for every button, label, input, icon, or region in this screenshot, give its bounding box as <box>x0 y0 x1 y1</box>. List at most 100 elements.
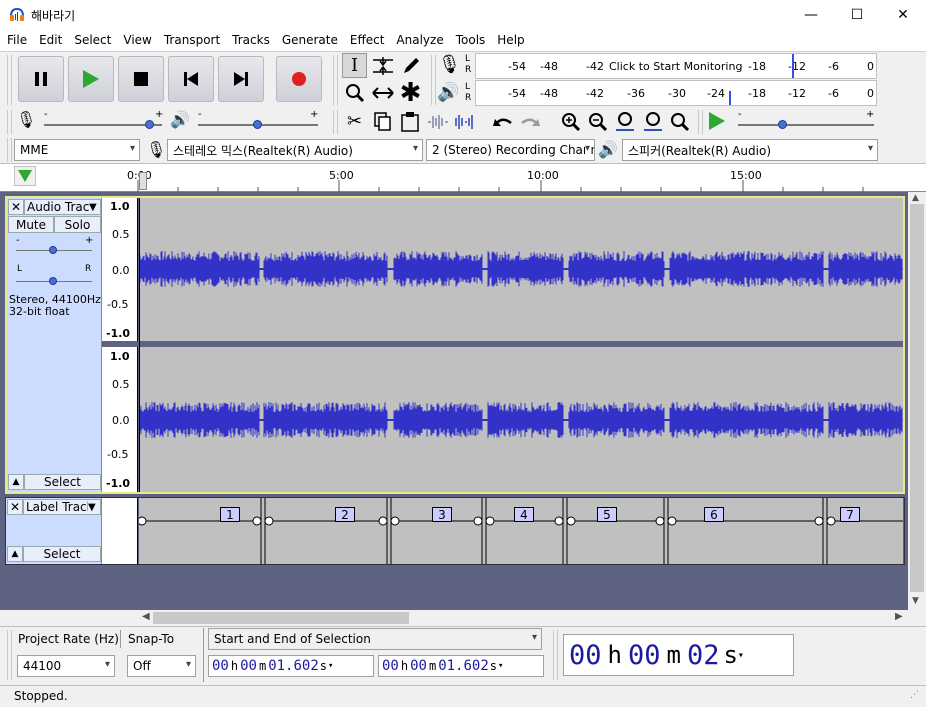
close-window-button[interactable]: ✕ <box>880 0 926 30</box>
cursor-line <box>139 198 140 492</box>
label-4[interactable]: 4 <box>514 507 534 522</box>
play-speed-slider[interactable] <box>738 124 874 126</box>
skip-to-end-button[interactable] <box>218 56 264 102</box>
time-shift-tool[interactable] <box>370 80 395 105</box>
menu-transport[interactable]: Transport <box>158 30 226 51</box>
paste-button[interactable] <box>397 109 422 134</box>
mute-button[interactable]: Mute <box>8 216 54 233</box>
playback-device-select[interactable]: 스피커(Realtek(R) Audio) ▾ <box>622 139 878 161</box>
undo-button[interactable] <box>490 109 515 134</box>
draw-tool[interactable] <box>398 53 423 78</box>
trim-audio-button[interactable] <box>425 109 450 134</box>
meter-toolbar-grip[interactable] <box>431 55 436 105</box>
collapse-label-track-button[interactable]: ▲ <box>7 546 23 562</box>
select-track-button[interactable]: Select <box>24 474 101 490</box>
label-3[interactable]: 3 <box>432 507 452 522</box>
label-2[interactable]: 2 <box>335 507 355 522</box>
menu-effect[interactable]: Effect <box>344 30 391 51</box>
selection-mode-select[interactable]: Start and End of Selection ▾ <box>208 628 542 650</box>
stop-button[interactable] <box>118 56 164 102</box>
selection-toolbar-grip[interactable] <box>7 630 12 680</box>
meter-tick: -48 <box>540 87 558 100</box>
menu-tools[interactable]: Tools <box>450 30 492 51</box>
selection-tool[interactable]: I <box>342 53 367 78</box>
audacity-logo-icon <box>10 7 24 21</box>
mixer-toolbar-grip[interactable] <box>7 110 12 134</box>
transport-toolbar-grip[interactable] <box>7 55 12 105</box>
menu-file[interactable]: File <box>1 30 33 51</box>
play-speed-thumb[interactable] <box>778 120 787 129</box>
time-toolbar-grip[interactable] <box>553 630 558 680</box>
gain-slider-thumb[interactable] <box>49 246 57 254</box>
label-1[interactable]: 1 <box>220 507 240 522</box>
scroll-right-arrow[interactable]: ▶ <box>895 611 903 622</box>
label-7[interactable]: 7 <box>840 507 860 522</box>
copy-button[interactable] <box>370 109 395 134</box>
select-label-track-button[interactable]: Select <box>23 546 101 562</box>
play-at-speed-grip[interactable] <box>698 110 703 134</box>
scroll-up-arrow[interactable]: ▲ <box>912 193 919 203</box>
audio-track-name-menu[interactable]: Audio Track▼ <box>24 199 101 215</box>
play-position-marker[interactable] <box>139 172 147 190</box>
vertical-scroll-thumb[interactable] <box>910 204 924 592</box>
collapse-track-button[interactable]: ▲ <box>8 474 24 490</box>
record-meter[interactable]: -54 -48 -42 Click to Start Monitoring -1… <box>475 53 877 79</box>
label-5[interactable]: 5 <box>597 507 617 522</box>
zoom-out-button[interactable] <box>585 109 610 134</box>
envelope-tool[interactable] <box>370 53 395 78</box>
menu-help[interactable]: Help <box>491 30 530 51</box>
horizontal-scroll-thumb[interactable] <box>153 612 409 624</box>
fit-selection-button[interactable] <box>612 109 637 134</box>
skip-to-start-button[interactable] <box>168 56 214 102</box>
redo-button[interactable] <box>517 109 542 134</box>
play-at-speed-button[interactable] <box>708 112 726 133</box>
resize-grip-icon[interactable]: ⋰ <box>910 690 919 700</box>
pan-slider-thumb[interactable] <box>49 277 57 285</box>
track-format-info: Stereo, 44100Hz 32-bit float <box>9 293 101 318</box>
menu-analyze[interactable]: Analyze <box>390 30 449 51</box>
recording-channels-select[interactable]: 2 (Stereo) Recording Chann ▾ <box>426 139 595 161</box>
zoom-in-button[interactable] <box>558 109 583 134</box>
playback-meter[interactable]: -54 -48 -42 -36 -30 -24 -18 -12 -6 0 <box>475 80 877 106</box>
recording-device-select[interactable]: 스테레오 믹스(Realtek(R) Audio) ▾ <box>167 139 423 161</box>
menu-generate[interactable]: Generate <box>276 30 344 51</box>
label-track-name-menu[interactable]: Label Track ▼ <box>23 499 101 515</box>
record-button[interactable] <box>276 56 322 102</box>
menu-view[interactable]: View <box>117 30 157 51</box>
minimize-button[interactable]: — <box>788 0 834 30</box>
scroll-left-arrow[interactable]: ◀ <box>142 611 150 622</box>
audio-host-select[interactable]: MME ▾ <box>14 139 140 161</box>
record-volume-thumb[interactable] <box>145 120 154 129</box>
tools-toolbar-grip[interactable] <box>333 55 338 105</box>
silence-audio-button[interactable] <box>452 109 477 134</box>
playback-volume-thumb[interactable] <box>253 120 262 129</box>
scale-label: -0.5 <box>107 298 129 311</box>
selection-start-time[interactable]: 00 h 00 m 01.602 s ▾ <box>208 655 374 677</box>
pin-play-head-button[interactable] <box>13 165 37 189</box>
microphone-icon[interactable]: 🎙 <box>438 54 461 75</box>
scroll-down-arrow[interactable]: ▼ <box>912 596 919 606</box>
pause-button[interactable] <box>18 56 64 102</box>
audio-position-display[interactable]: 00 h 00 m 02 s ▾ <box>563 634 794 676</box>
close-label-track-button[interactable]: ✕ <box>7 499 23 515</box>
zoom-tool[interactable] <box>342 80 367 105</box>
meter-tick: -12 <box>788 60 806 73</box>
zoom-toggle-button[interactable] <box>667 109 692 134</box>
speaker-icon[interactable]: 🔊 <box>437 82 459 103</box>
project-rate-select[interactable]: 44100 ▾ <box>17 655 115 677</box>
edit-toolbar-grip[interactable] <box>333 110 338 134</box>
cut-button[interactable]: ✂ <box>342 109 367 134</box>
snap-to-select[interactable]: Off ▾ <box>127 655 196 677</box>
multi-tool[interactable]: ✱ <box>398 80 423 106</box>
fit-project-button[interactable] <box>640 109 665 134</box>
solo-button[interactable]: Solo <box>54 216 101 233</box>
close-track-button[interactable]: ✕ <box>8 199 24 215</box>
menu-select[interactable]: Select <box>68 30 117 51</box>
maximize-button[interactable]: ☐ <box>834 0 880 30</box>
label-6[interactable]: 6 <box>704 507 724 522</box>
device-toolbar-grip[interactable] <box>7 138 12 162</box>
menu-tracks[interactable]: Tracks <box>226 30 276 51</box>
menu-edit[interactable]: Edit <box>33 30 68 51</box>
play-button[interactable] <box>68 56 114 102</box>
selection-end-time[interactable]: 00 h 00 m 01.602 s ▾ <box>378 655 544 677</box>
